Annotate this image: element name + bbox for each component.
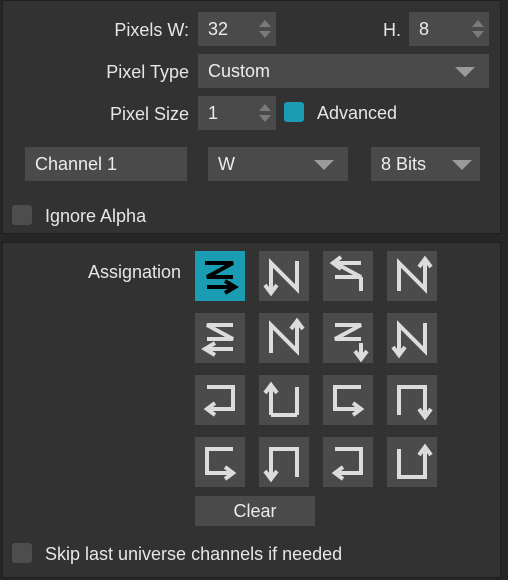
pattern-snake-right-bottom-icon — [205, 447, 237, 481]
chevron-down-icon — [314, 160, 334, 170]
stepper-down-icon[interactable] — [259, 115, 271, 122]
stepper-down-icon[interactable] — [259, 31, 271, 38]
pattern-snake-right-bottom-button[interactable] — [195, 437, 245, 487]
assignation-panel: Assignation Clear Skip last universe cha… — [2, 242, 501, 578]
pixel-size-value: 1 — [208, 103, 219, 123]
pixels-h-value: 8 — [419, 19, 430, 39]
pattern-z-right-down-button[interactable] — [195, 251, 245, 301]
assignation-label: Assignation — [87, 262, 181, 282]
channel-name-value: Channel 1 — [35, 154, 118, 174]
pixel-type-label: Pixel Type — [106, 62, 189, 82]
pattern-n-down-right-icon — [263, 258, 299, 297]
pattern-n-down-left-icon — [391, 320, 427, 359]
pixel-type-dropdown[interactable]: Custom — [198, 54, 489, 88]
pattern-n-up-left-button[interactable] — [259, 313, 309, 363]
pattern-snake-up-icon — [263, 381, 299, 417]
pattern-snake-right-icon — [333, 385, 365, 417]
pattern-snake-up-right-button[interactable] — [387, 437, 437, 487]
pattern-snake-left-bottom-button[interactable] — [323, 437, 373, 487]
pixel-size-stepper[interactable] — [254, 96, 276, 130]
pattern-s-right-down-button[interactable] — [323, 313, 373, 363]
pattern-s-left-down-icon — [201, 323, 234, 357]
pixel-settings-panel: Pixels W: 32 H. 8 Pixel Type Custom Pixe… — [2, 0, 501, 234]
pixels-w-stepper[interactable] — [254, 12, 276, 46]
advanced-checkbox[interactable] — [284, 102, 304, 122]
pattern-z-left-down-button[interactable] — [323, 251, 373, 301]
pattern-z-right-down-icon — [205, 261, 239, 295]
pattern-snake-left-button[interactable] — [195, 375, 245, 425]
channel-color-value: W — [218, 154, 235, 174]
pattern-snake-down-button[interactable] — [387, 375, 437, 425]
pattern-snake-up-right-icon — [397, 443, 433, 479]
chevron-down-icon — [455, 67, 475, 77]
pattern-n-up-left-icon — [269, 317, 305, 356]
channel-name-input[interactable]: Channel 1 — [25, 147, 187, 181]
channel-bits-dropdown[interactable]: 8 Bits — [371, 147, 480, 181]
pattern-snake-down-left-icon — [263, 447, 299, 483]
pixel-size-input[interactable]: 1 — [198, 96, 276, 130]
chevron-down-icon — [452, 160, 472, 170]
pixels-h-input[interactable]: 8 — [409, 12, 489, 46]
skip-channels-checkbox[interactable] — [12, 543, 32, 563]
pixels-w-value: 32 — [208, 19, 229, 39]
pattern-n-up-right-icon — [397, 255, 433, 294]
pattern-n-down-left-button[interactable] — [387, 313, 437, 363]
pattern-s-left-down-button[interactable] — [195, 313, 245, 363]
pixels-w-label: Pixels W: — [114, 20, 189, 40]
pattern-snake-left-bottom-icon — [331, 447, 363, 481]
pattern-n-up-right-button[interactable] — [387, 251, 437, 301]
stepper-up-icon[interactable] — [259, 20, 271, 27]
pixels-h-stepper[interactable] — [467, 12, 489, 46]
stepper-up-icon[interactable] — [259, 104, 271, 111]
pattern-snake-down-left-button[interactable] — [259, 437, 309, 487]
pattern-snake-right-button[interactable] — [323, 375, 373, 425]
pattern-z-left-down-icon — [329, 255, 363, 291]
pixel-type-value: Custom — [208, 61, 271, 81]
pattern-snake-down-icon — [397, 385, 433, 421]
pattern-snake-up-button[interactable] — [259, 375, 309, 425]
pattern-s-right-down-icon — [334, 323, 369, 363]
pixel-size-label: Pixel Size — [109, 104, 189, 124]
pixels-h-label: H. — [383, 20, 401, 40]
pixels-w-input[interactable]: 32 — [198, 12, 276, 46]
ignore-alpha-checkbox[interactable] — [12, 205, 32, 225]
advanced-label: Advanced — [317, 103, 398, 123]
channel-bits-value: 8 Bits — [381, 154, 427, 174]
ignore-alpha-label: Ignore Alpha — [45, 206, 147, 226]
channel-color-dropdown[interactable]: W — [208, 147, 348, 181]
pattern-snake-left-icon — [203, 385, 235, 417]
stepper-down-icon[interactable] — [472, 31, 484, 38]
stepper-up-icon[interactable] — [472, 20, 484, 27]
skip-channels-label: Skip last universe channels if needed — [45, 544, 343, 564]
pattern-n-down-right-button[interactable] — [259, 251, 309, 301]
clear-button[interactable]: Clear — [195, 496, 315, 526]
